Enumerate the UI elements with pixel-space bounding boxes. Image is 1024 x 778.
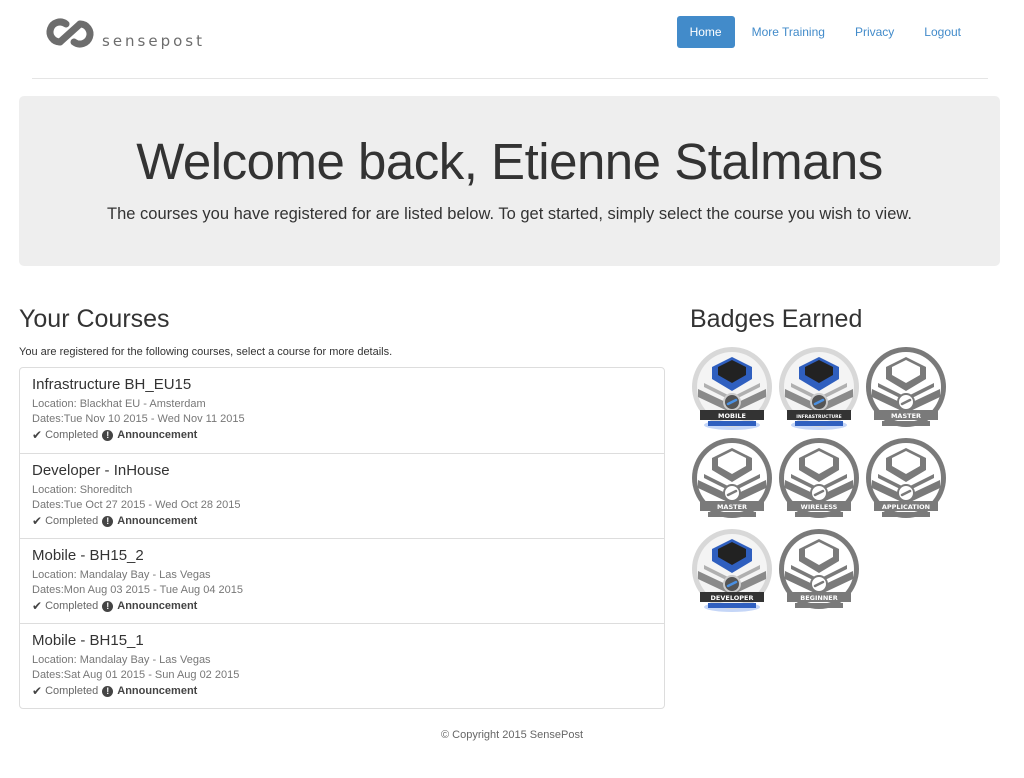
announcement-link[interactable]: Announcement (117, 600, 197, 612)
status-label: Completed (45, 685, 99, 697)
checkmark-icon: ✔ (32, 684, 43, 698)
badge-beginner: BEGINNER (779, 529, 859, 609)
welcome-subtitle: The courses you have registered for are … (107, 205, 912, 223)
sensepost-logo-icon (46, 18, 94, 48)
badge-developer: DEVELOPER (692, 529, 772, 612)
badge-label: DEVELOPER (711, 594, 754, 602)
course-title[interactable]: Infrastructure BH_EU15 (32, 376, 652, 393)
course-item[interactable]: Infrastructure BH_EU15 Location: Blackha… (20, 368, 664, 453)
course-location: Location: Shoreditch (32, 484, 133, 496)
course-item[interactable]: Mobile - BH15_1 Location: Mandalay Bay -… (20, 623, 664, 708)
badge-master: MASTER (692, 438, 772, 518)
badge-label: MOBILE (718, 412, 746, 420)
status-label: Completed (45, 429, 99, 441)
course-location: Location: Mandalay Bay - Las Vegas (32, 569, 211, 581)
checkmark-icon: ✔ (32, 428, 43, 442)
exclamation-circle-icon: ! (102, 429, 114, 441)
course-list: Infrastructure BH_EU15 Location: Blackha… (19, 367, 665, 709)
exclamation-circle-icon: ! (102, 600, 114, 612)
badge-application: APPLICATION (866, 438, 946, 518)
course-dates: Dates:Tue Oct 27 2015 - Wed Oct 28 2015 (32, 499, 241, 511)
brand-name: sensepost (102, 32, 205, 50)
course-status: ✔ Completed ! Announcement (32, 514, 652, 528)
checkmark-icon: ✔ (32, 514, 43, 528)
exclamation-circle-icon: ! (102, 685, 114, 697)
nav-privacy[interactable]: Privacy (842, 16, 907, 48)
badges-heading: Badges Earned (690, 305, 863, 333)
nav-home[interactable]: Home (676, 16, 735, 48)
status-label: Completed (45, 515, 99, 527)
copyright-text: © Copyright 2015 SensePost (440, 729, 584, 741)
main-nav: Home More Training Privacy Logout (673, 16, 974, 48)
course-dates: Dates:Tue Nov 10 2015 - Wed Nov 11 2015 (32, 413, 245, 425)
course-item[interactable]: Mobile - BH15_2 Location: Mandalay Bay -… (20, 538, 664, 623)
nav-logout[interactable]: Logout (911, 16, 974, 48)
welcome-title: Welcome back, Etienne Stalmans (136, 133, 883, 190)
site-header: sensepost Home More Training Privacy Log… (32, 0, 988, 79)
course-item[interactable]: Developer - InHouse Location: Shoreditch… (20, 453, 664, 538)
announcement-link[interactable]: Announcement (117, 515, 197, 527)
course-status: ✔ Completed ! Announcement (32, 684, 652, 698)
footer: © Copyright 2015 SensePost (0, 729, 1024, 741)
checkmark-icon: ✔ (32, 599, 43, 613)
course-location: Location: Mandalay Bay - Las Vegas (32, 654, 211, 666)
course-dates: Dates:Sat Aug 01 2015 - Sun Aug 02 2015 (32, 669, 240, 681)
nav-more-training[interactable]: More Training (739, 16, 838, 48)
badge-master: MASTER (866, 347, 946, 427)
badge-label: MASTER (717, 503, 747, 511)
announcement-link[interactable]: Announcement (117, 429, 197, 441)
badge-label: WIRELESS (801, 503, 838, 511)
exclamation-circle-icon: ! (102, 515, 114, 527)
courses-section: Your Courses You are registered for the … (19, 305, 665, 709)
course-status: ✔ Completed ! Announcement (32, 428, 652, 442)
badge-grid: MOBILE INFRASTRUCTURE MASTER MASTER WIRELESS… (690, 345, 990, 615)
badge-infrastructure: INFRASTRUCTURE (779, 347, 859, 430)
course-status: ✔ Completed ! Announcement (32, 599, 652, 613)
brand-logo[interactable]: sensepost (44, 16, 205, 50)
badges-section: Badges Earned MOBILE INFRASTRUCTURE MASTER… (690, 305, 990, 615)
badge-label: APPLICATION (882, 503, 930, 511)
course-title[interactable]: Mobile - BH15_2 (32, 547, 652, 564)
status-label: Completed (45, 600, 99, 612)
badge-label: INFRASTRUCTURE (796, 414, 841, 420)
badge-label: MASTER (891, 412, 921, 420)
course-title[interactable]: Developer - InHouse (32, 462, 652, 479)
course-title[interactable]: Mobile - BH15_1 (32, 632, 652, 649)
courses-intro: You are registered for the following cou… (19, 346, 393, 358)
announcement-link[interactable]: Announcement (117, 685, 197, 697)
badge-wireless: WIRELESS (779, 438, 859, 518)
course-dates: Dates:Mon Aug 03 2015 - Tue Aug 04 2015 (32, 584, 243, 596)
badge-label: BEGINNER (800, 594, 837, 602)
courses-heading: Your Courses (19, 305, 170, 333)
welcome-banner: Welcome back, Etienne Stalmans The cours… (19, 96, 1000, 266)
badge-mobile: MOBILE (692, 347, 772, 430)
course-location: Location: Blackhat EU - Amsterdam (32, 398, 206, 410)
